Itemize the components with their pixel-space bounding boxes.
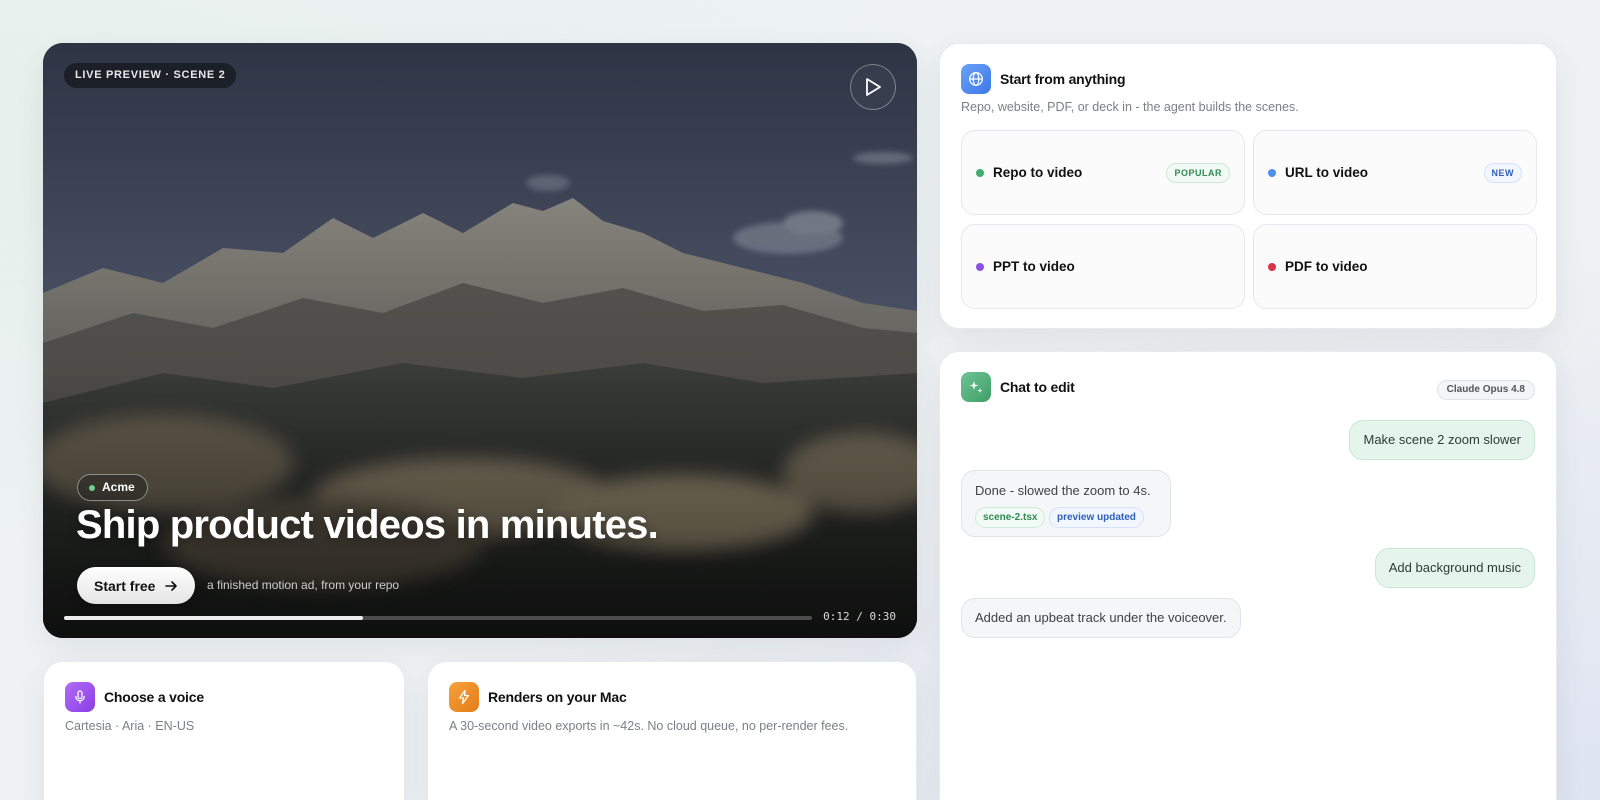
start-card-subtitle: Repo, website, PDF, or deck in - the age… xyxy=(961,100,1299,114)
option-label: PPT to video xyxy=(993,259,1075,274)
option-label: Repo to video xyxy=(993,165,1083,180)
hero-caption: a finished motion ad, from your repo xyxy=(207,578,400,592)
option-dot xyxy=(976,262,984,271)
option-dot xyxy=(976,168,984,177)
option-repo-to-video[interactable]: Repo to video POPULAR xyxy=(961,130,1245,215)
user-message: Add background music xyxy=(1374,548,1535,588)
globe-icon xyxy=(961,64,991,94)
start-free-label: Start free xyxy=(94,577,156,594)
start-free-button[interactable]: Start free xyxy=(77,567,196,604)
model-badge[interactable]: Claude Opus 4.8 xyxy=(1436,380,1535,400)
lightning-icon xyxy=(449,682,479,712)
chat-to-edit-card: Chat to edit Claude Opus 4.8 Make scene … xyxy=(939,351,1557,800)
user-message: Make scene 2 zoom slower xyxy=(1349,420,1535,460)
agent-message: Added an upbeat track under the voiceove… xyxy=(961,598,1241,638)
popular-badge: POPULAR xyxy=(1166,162,1230,183)
agent-message-text: Done - slowed the zoom to 4s. xyxy=(975,483,1151,498)
start-card-header: Start from anything xyxy=(961,64,1126,94)
status-dot xyxy=(89,484,95,491)
option-dot xyxy=(1268,262,1276,271)
brand-name: Acme xyxy=(102,480,135,494)
render-card-title: Renders on your Mac xyxy=(488,689,627,705)
start-card-title: Start from anything xyxy=(1000,71,1126,87)
voice-card-subtitle: Cartesia · Aria · EN-US xyxy=(65,719,195,733)
arrow-right-icon xyxy=(165,580,178,591)
hero-title: Ship product videos in minutes. xyxy=(76,503,659,547)
playback-progress-fill xyxy=(64,616,364,620)
microphone-icon xyxy=(65,682,95,712)
choose-voice-card[interactable]: Choose a voice Cartesia · Aria · EN-US xyxy=(43,661,405,800)
agent-message: Done - slowed the zoom to 4s. scene-2.ts… xyxy=(961,470,1171,537)
option-pdf-to-video[interactable]: PDF to video xyxy=(1253,224,1537,309)
brand-badge: Acme xyxy=(77,474,148,501)
chat-card-title: Chat to edit xyxy=(1000,379,1075,395)
video-preview[interactable]: LIVE PREVIEW · SCENE 2 Acme Ship product… xyxy=(43,43,917,638)
live-preview-badge: LIVE PREVIEW · SCENE 2 xyxy=(64,63,237,88)
option-label: PDF to video xyxy=(1285,259,1368,274)
sparkle-icon xyxy=(961,372,991,402)
render-card-subtitle: A 30-second video exports in ~42s. No cl… xyxy=(449,719,849,733)
play-button[interactable] xyxy=(850,64,896,110)
chat-card-header: Chat to edit xyxy=(961,372,1075,402)
playback-time: 0:12 / 0:30 xyxy=(823,610,896,623)
start-from-anything-card: Start from anything Repo, website, PDF, … xyxy=(939,43,1557,329)
new-badge: NEW xyxy=(1483,162,1522,183)
play-icon xyxy=(866,78,881,96)
playback-progress-bar[interactable] xyxy=(64,616,812,620)
preview-updated-tag[interactable]: preview updated xyxy=(1049,507,1144,528)
render-card-header: Renders on your Mac xyxy=(449,682,627,712)
mountain-scene-image xyxy=(43,43,917,638)
voice-card-title: Choose a voice xyxy=(104,689,204,705)
option-label: URL to video xyxy=(1285,165,1369,180)
option-url-to-video[interactable]: URL to video NEW xyxy=(1253,130,1537,215)
renders-on-mac-card: Renders on your Mac A 30-second video ex… xyxy=(427,661,917,800)
option-ppt-to-video[interactable]: PPT to video xyxy=(961,224,1245,309)
file-tag[interactable]: scene-2.tsx xyxy=(975,507,1046,528)
option-dot xyxy=(1268,168,1276,177)
voice-card-header: Choose a voice xyxy=(65,682,204,712)
